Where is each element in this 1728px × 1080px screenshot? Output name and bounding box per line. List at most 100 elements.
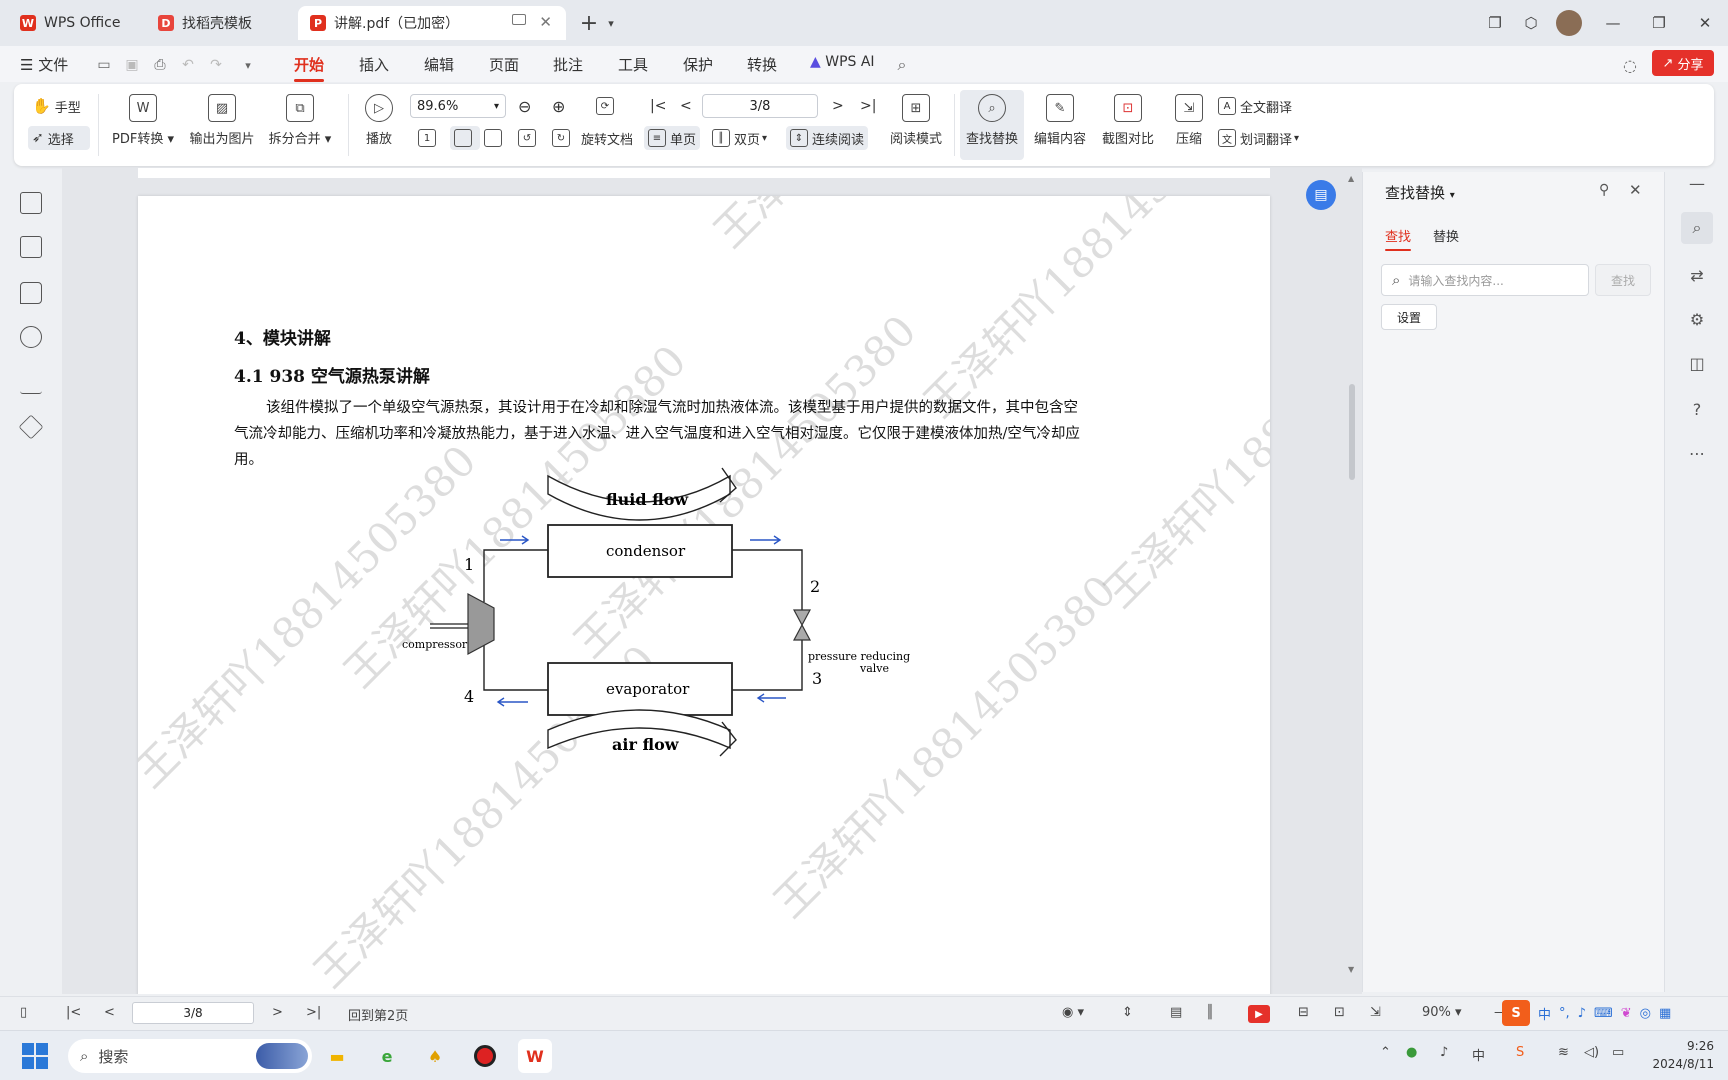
scroll-up-icon[interactable]: ▲ xyxy=(1348,174,1354,183)
first-page-icon[interactable]: |< xyxy=(66,1005,81,1020)
record-icon[interactable] xyxy=(468,1039,502,1073)
menu-edit[interactable]: 编辑 xyxy=(424,54,454,75)
full-translate-button[interactable]: A 全文翻译 xyxy=(1218,94,1292,118)
tab-wps-office[interactable]: W WPS Office xyxy=(8,6,138,40)
split-merge-button[interactable]: ⧉ 拆分合并 ▾ xyxy=(264,94,336,147)
last-page-icon[interactable]: >| xyxy=(306,1005,321,1020)
single-page-button[interactable]: ≡ 单页 xyxy=(644,126,701,150)
redo-icon[interactable]: ↷ xyxy=(206,55,226,75)
wps-ai-button[interactable]: ▲ WPS AI xyxy=(810,54,875,70)
signature-icon[interactable] xyxy=(20,372,42,394)
wps-taskbar-icon[interactable]: W xyxy=(518,1039,552,1073)
double-page-button[interactable]: ║ 双页 ▾ xyxy=(712,126,767,150)
find-replace-button[interactable]: ⌕ 查找替换 xyxy=(960,90,1024,160)
map-icon[interactable]: ◫ xyxy=(1686,352,1708,374)
rotate-doc-label-button[interactable]: 旋转文档 xyxy=(581,126,633,150)
read-mode-button[interactable]: ⊞ 阅读模式 xyxy=(884,94,948,147)
rotate-doc-button[interactable]: ⟳ xyxy=(596,94,618,118)
continuous-read-button[interactable]: ⇕ 连续阅读 xyxy=(786,126,869,150)
close-tab-icon[interactable]: ✕ xyxy=(539,13,552,31)
compress-button[interactable]: ⇲ 压缩 xyxy=(1166,94,1212,147)
scroll-down-icon[interactable]: ▼ xyxy=(1348,965,1354,974)
search-icon[interactable]: ⌕ xyxy=(1681,212,1713,244)
select-tool-button[interactable]: ➶ 选择 xyxy=(28,126,90,150)
chat-icon[interactable]: ◌ xyxy=(1620,55,1640,75)
next-page-icon[interactable]: > xyxy=(832,94,844,118)
zoom-level[interactable]: 90% ▾ xyxy=(1422,1005,1462,1020)
status-page-field[interactable]: 3/8 xyxy=(132,1002,254,1024)
export-icon[interactable]: ⇲ xyxy=(1370,1005,1381,1020)
back-to-page-link[interactable]: 回到第2页 xyxy=(348,1005,408,1024)
ime-tray-label[interactable]: 中 xyxy=(1472,1045,1485,1064)
play-icon[interactable]: ▶ xyxy=(1248,1005,1270,1023)
zoom-select[interactable]: 89.6% ▾ xyxy=(410,94,506,118)
settings-button[interactable]: 设置 xyxy=(1381,304,1437,330)
prev-page-icon[interactable]: < xyxy=(104,1005,115,1020)
share-button[interactable]: ↗ 分享 xyxy=(1652,50,1714,76)
restore-icon[interactable]: ❐ xyxy=(1646,10,1672,36)
menu-convert[interactable]: 转换 xyxy=(747,54,777,75)
word-translate-button[interactable]: 文划词翻译 ▾ xyxy=(1218,126,1299,150)
open-folder-icon[interactable]: ▭ xyxy=(94,55,114,75)
volume-icon[interactable]: ◁) xyxy=(1584,1045,1599,1060)
bookmark-icon[interactable] xyxy=(20,192,42,214)
document-viewport[interactable]: 王泽轩吖18814505380 王泽轩吖18814505380 王泽轩吖1881… xyxy=(62,168,1362,994)
hand-tool-button[interactable]: ✋ 手型 xyxy=(32,94,81,118)
minimize-icon[interactable]: — xyxy=(1600,10,1626,36)
tab-docer-templates[interactable]: D 找稻壳模板 xyxy=(146,6,292,40)
app-icon[interactable]: ♠ xyxy=(418,1039,452,1073)
layers-icon[interactable] xyxy=(18,414,44,440)
collapse-icon[interactable]: — xyxy=(1686,172,1708,194)
cube-icon[interactable]: ⬡ xyxy=(1518,10,1544,36)
taskbar-search[interactable]: ⌕ 搜索 xyxy=(68,1039,312,1073)
menu-start[interactable]: 开始 xyxy=(294,54,325,82)
export-image-button[interactable]: ▨ 输出为图片 xyxy=(184,94,260,147)
battery-icon[interactable]: ▭ xyxy=(1612,1045,1624,1060)
play-button[interactable]: ▷ 播放 xyxy=(354,94,404,147)
tray-app-icon[interactable]: ● xyxy=(1406,1045,1417,1060)
fit-page-icon[interactable] xyxy=(450,126,480,150)
ime-toolbar[interactable]: S 中 °, ♪ ⌨ ❦ ◎ ▦ xyxy=(1502,999,1724,1027)
tab-replace[interactable]: 替换 xyxy=(1433,226,1459,245)
tab-pdf-document[interactable]: P 讲解.pdf（已加密） ✕ xyxy=(298,6,566,40)
more-icon[interactable]: ⋯ xyxy=(1686,442,1708,464)
screenshot-compare-button[interactable]: ⊡ 截图对比 xyxy=(1096,94,1160,147)
clock[interactable]: 9:26 2024/8/11 xyxy=(1644,1037,1714,1073)
attachment-icon[interactable] xyxy=(20,326,42,348)
sogou-tray-icon[interactable]: S xyxy=(1516,1045,1524,1060)
avatar[interactable] xyxy=(1556,10,1582,36)
scrollbar-thumb[interactable] xyxy=(1349,384,1355,480)
help-icon[interactable]: ? xyxy=(1686,398,1708,420)
rotate-left-icon[interactable]: ↺ xyxy=(518,126,540,150)
chevron-up-icon[interactable]: ⌃ xyxy=(1380,1045,1391,1060)
rotate-right-icon[interactable]: ↻ xyxy=(552,126,574,150)
menu-page[interactable]: 页面 xyxy=(489,54,519,75)
save-icon[interactable]: ▣ xyxy=(122,55,142,75)
adjust-icon[interactable]: ⚙ xyxy=(1686,308,1708,330)
chevron-down-icon[interactable]: ▾ xyxy=(598,10,624,36)
actual-size-icon[interactable]: 1 xyxy=(418,126,440,150)
next-page-icon[interactable]: > xyxy=(272,1005,283,1020)
monitor-icon[interactable] xyxy=(512,14,526,25)
edit-content-button[interactable]: ✎ 编辑内容 xyxy=(1028,94,1092,147)
menu-protect[interactable]: 保护 xyxy=(683,54,713,75)
vertical-scrollbar[interactable]: ▲ ▼ xyxy=(1348,174,1356,974)
panel-title[interactable]: 查找替换 ▾ xyxy=(1385,182,1455,203)
double-view-icon[interactable]: ║ xyxy=(1206,1005,1214,1020)
search-icon[interactable]: ⌕ xyxy=(892,55,912,75)
floating-translate-button[interactable]: ▤ xyxy=(1306,180,1336,210)
file-menu[interactable]: ☰ 文件 xyxy=(20,54,68,75)
fit-width-icon[interactable]: ⊟ xyxy=(1298,1005,1309,1020)
chevron-down-icon[interactable]: ▾ xyxy=(238,55,258,75)
single-view-icon[interactable]: ▤ xyxy=(1170,1005,1182,1020)
find-button[interactable]: 查找 xyxy=(1595,264,1651,296)
fit-page-icon[interactable]: ⊡ xyxy=(1334,1005,1345,1020)
page-number-field[interactable]: 3/8 xyxy=(702,94,818,118)
close-panel-icon[interactable]: ✕ xyxy=(1629,181,1642,199)
menu-annotate[interactable]: 批注 xyxy=(553,54,583,75)
pdf-convert-button[interactable]: W PDF转换 ▾ xyxy=(110,94,176,147)
zoom-out-icon[interactable]: ⊖ xyxy=(518,94,531,118)
undo-icon[interactable]: ↶ xyxy=(178,55,198,75)
wifi-icon[interactable]: ≋ xyxy=(1558,1045,1569,1060)
print-icon[interactable]: ⎙ xyxy=(150,55,170,75)
